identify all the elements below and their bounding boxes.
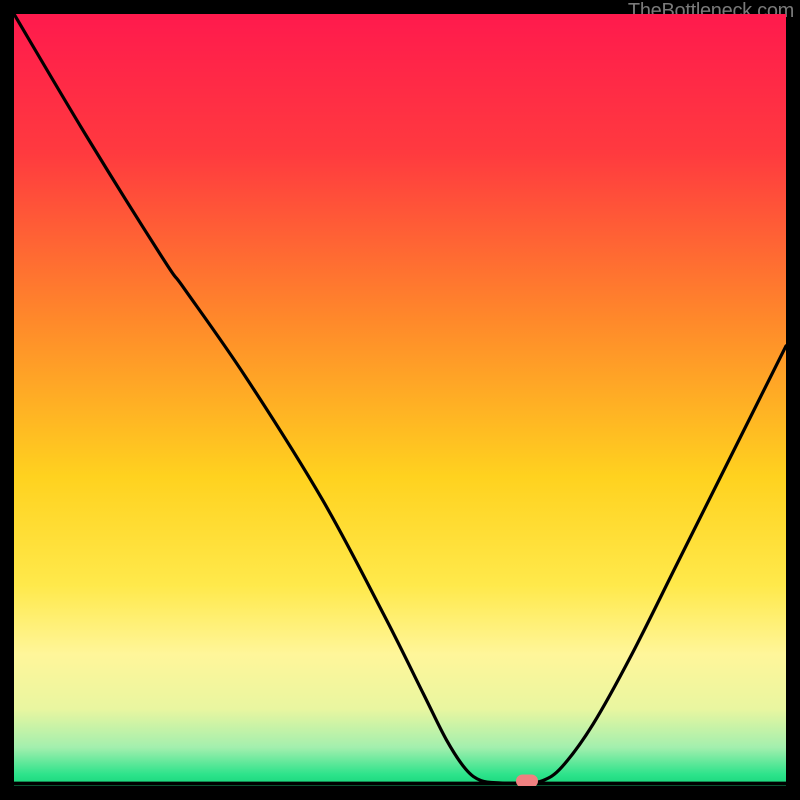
optimal-marker [516, 775, 538, 786]
plot-area [14, 14, 786, 786]
bottleneck-curve [14, 14, 786, 786]
chart-container: TheBottleneck.com [0, 0, 800, 800]
